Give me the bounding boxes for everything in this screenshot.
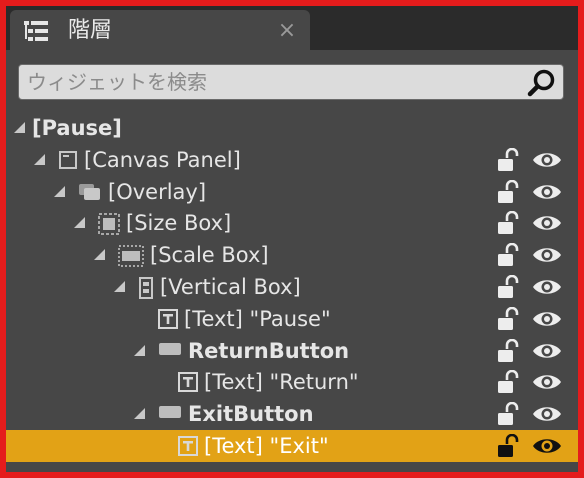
expand-arrow-icon[interactable] (14, 122, 25, 133)
tree-node-label: [Text] "Return" (204, 370, 359, 395)
expand-arrow-icon[interactable] (54, 185, 65, 197)
expand-arrow-icon[interactable] (114, 281, 125, 292)
tree-row[interactable]: ExitButton (6, 398, 578, 430)
tab-hierarchy[interactable]: 階層 × (10, 10, 310, 50)
tree-row[interactable]: [Text] "Return" (6, 366, 578, 398)
unlock-icon[interactable] (496, 370, 520, 394)
eye-icon[interactable] (532, 244, 562, 266)
canvas-panel-icon (58, 150, 78, 170)
tree-node-label: ExitButton (188, 402, 314, 427)
eye-icon[interactable] (532, 371, 562, 393)
text-icon (158, 308, 178, 329)
unlock-icon[interactable] (496, 274, 520, 299)
close-icon[interactable]: × (274, 16, 300, 46)
eye-icon[interactable] (532, 340, 562, 362)
tree-row[interactable]: [Canvas Panel] (6, 144, 578, 176)
expand-arrow-icon[interactable] (34, 153, 45, 165)
unlock-icon[interactable] (496, 338, 520, 363)
search-input[interactable] (27, 65, 507, 99)
search-icon[interactable] (527, 68, 557, 98)
unlock-icon[interactable] (496, 242, 520, 267)
unlock-icon[interactable] (496, 147, 520, 172)
expand-arrow-icon[interactable] (134, 408, 145, 420)
tree-node-label: [Text] "Exit" (204, 434, 329, 458)
tree-node-label: [Vertical Box] (160, 275, 301, 299)
tree-node-label: ReturnButton (188, 338, 350, 363)
scale-box-icon (118, 245, 144, 267)
tree-row[interactable]: [Text] "Pause" (6, 303, 578, 335)
overlay-icon (78, 182, 102, 202)
unlock-icon[interactable] (496, 211, 520, 235)
tree-node-label: [Overlay] (108, 179, 207, 204)
tree-row[interactable]: [Vertical Box] (6, 271, 578, 303)
tree-node-label: [Canvas Panel] (84, 147, 241, 172)
eye-icon[interactable] (532, 212, 562, 234)
expand-arrow-icon[interactable] (94, 249, 105, 261)
hierarchy-panel-frame: 階層 × [Pause] [Canvas Panel] [Overlay] [Size… (6, 6, 578, 472)
tree-node-label: [Scale Box] (150, 243, 269, 268)
expand-arrow-icon[interactable] (74, 217, 85, 229)
eye-icon[interactable] (532, 181, 562, 203)
hierarchy-panel: [Pause] [Canvas Panel] [Overlay] [Size Box]… (6, 50, 578, 472)
search-box (18, 64, 564, 100)
eye-icon[interactable] (532, 276, 562, 298)
vertical-box-icon (138, 277, 154, 299)
tree-row[interactable]: [Size Box] (6, 207, 578, 239)
tab-title: 階層 (68, 18, 113, 43)
tree-row[interactable]: [Scale Box] (6, 239, 578, 271)
tree-row[interactable]: [Text] "Exit" (6, 430, 578, 462)
size-box-icon (98, 213, 120, 236)
unlock-icon[interactable] (496, 306, 520, 331)
tree-node-label: [Size Box] (126, 211, 232, 236)
expand-arrow-icon[interactable] (134, 344, 145, 356)
tree-row[interactable]: ReturnButton (6, 335, 578, 367)
unlock-icon[interactable] (496, 401, 520, 426)
text-icon (178, 372, 198, 393)
hierarchy-list-icon (24, 20, 48, 42)
eye-icon[interactable] (532, 435, 562, 457)
eye-icon[interactable] (532, 403, 562, 425)
eye-icon[interactable] (532, 149, 562, 171)
text-icon (178, 436, 198, 456)
tree-node-label: [Pause] (32, 116, 122, 140)
tree-row[interactable]: [Pause] (6, 112, 578, 144)
unlock-icon[interactable] (496, 179, 520, 204)
tab-bar: 階層 × (6, 6, 578, 50)
tree-node-label: [Text] "Pause" (184, 306, 331, 331)
unlock-icon[interactable] (496, 433, 520, 458)
button-icon (158, 404, 182, 424)
eye-icon[interactable] (532, 308, 562, 330)
button-icon (158, 341, 182, 361)
tree-row[interactable]: [Overlay] (6, 176, 578, 208)
